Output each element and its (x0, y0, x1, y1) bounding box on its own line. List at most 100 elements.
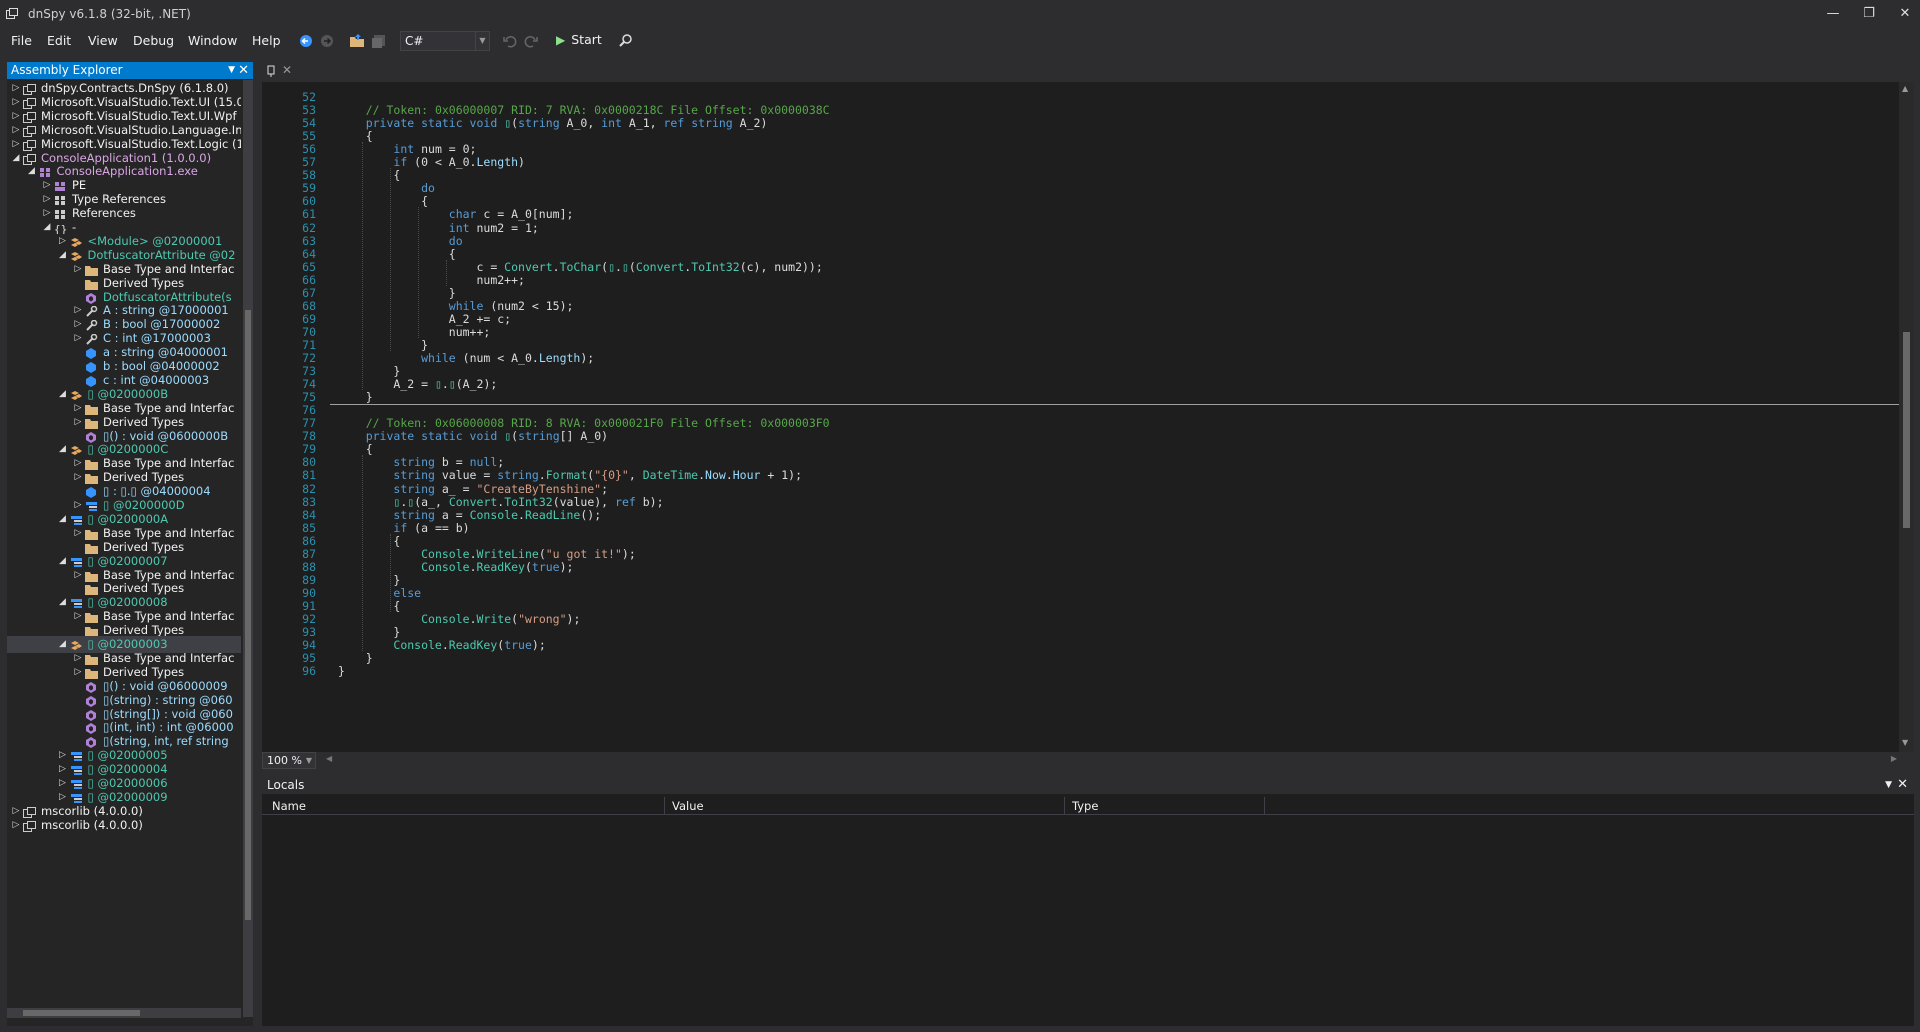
class-icon (70, 250, 83, 261)
method-icon (85, 695, 98, 707)
line-number: 96 (302, 664, 316, 679)
menu-window[interactable]: Window (188, 33, 237, 48)
locals-title: Locals (267, 778, 305, 792)
navigate-forward-icon[interactable] (318, 32, 336, 50)
assembly-explorer-title: Assembly Explorer (11, 63, 123, 77)
tree-node-label: mscorlib (4.0.0.0) (41, 817, 143, 832)
property-icon (85, 333, 98, 345)
scrollbar-thumb[interactable] (245, 310, 251, 920)
struct-icon (85, 500, 98, 511)
chevron-down-icon: ▼ (305, 756, 312, 765)
menu-file[interactable]: File (11, 33, 32, 48)
struct-icon (70, 750, 83, 762)
indent-guide (390, 168, 391, 351)
navigate-back-icon[interactable] (297, 32, 315, 50)
struct-icon (70, 556, 83, 567)
assembly-explorer-header: Assembly Explorer ▼ ✕ (7, 62, 253, 79)
locals-column-headers: Name Value Type (262, 797, 1914, 815)
folder-icon (85, 611, 98, 624)
column-type[interactable]: Type (1065, 797, 1265, 815)
editor-vertical-scrollbar[interactable]: ▲ ▼ (1899, 82, 1914, 752)
scroll-right-icon[interactable]: ▶ (1891, 754, 1897, 763)
struct-icon (70, 764, 83, 776)
field-icon (85, 375, 98, 387)
close-tab-icon[interactable]: ✕ (282, 63, 292, 77)
assembly-icon (23, 97, 36, 109)
redo-icon[interactable] (522, 32, 540, 50)
folder-icon (85, 264, 98, 276)
tree-vertical-scrollbar[interactable] (243, 80, 253, 1017)
struct-icon (70, 597, 83, 609)
method-icon (85, 431, 98, 443)
folder-icon (85, 667, 98, 679)
code-line[interactable]: } (338, 390, 373, 405)
search-icon[interactable] (617, 32, 635, 50)
window-title: dnSpy v6.1.8 (32-bit, .NET) (28, 7, 191, 21)
scrollbar-thumb[interactable] (23, 1010, 140, 1016)
folder-icon (85, 583, 98, 596)
method-icon (85, 681, 98, 693)
chevron-down-icon: ▼ (475, 32, 489, 50)
pin-icon[interactable] (266, 65, 276, 77)
start-label: Start (571, 32, 602, 47)
code-line[interactable]: private static void ▯(string[] A_0) (338, 429, 608, 444)
menu-edit[interactable]: Edit (47, 33, 71, 48)
minimize-button[interactable]: — (1815, 2, 1851, 26)
struct-icon (70, 778, 83, 789)
expand-icon[interactable]: ▷ (11, 817, 21, 834)
menu-debug[interactable]: Debug (133, 33, 174, 48)
zoom-value: 100 % (267, 754, 302, 767)
scroll-left-icon[interactable]: ◀ (326, 754, 332, 763)
document-tab[interactable]: ✕ (262, 62, 296, 80)
menu-help[interactable]: Help (252, 33, 281, 48)
close-panel-icon[interactable]: ✕ (238, 62, 249, 79)
undo-icon[interactable] (501, 32, 519, 50)
open-folder-icon[interactable] (348, 32, 366, 50)
folder-icon (85, 472, 98, 485)
restore-button[interactable]: ❐ (1851, 2, 1887, 26)
tree-horizontal-scrollbar[interactable] (7, 1008, 241, 1018)
class-icon (70, 389, 83, 400)
folder-icon (85, 403, 98, 415)
start-debugging-button[interactable]: ▶ Start (556, 32, 602, 50)
menu-view[interactable]: View (88, 33, 118, 48)
assembly-icon (23, 139, 36, 151)
save-all-icon[interactable] (370, 32, 388, 50)
code-line[interactable]: } (338, 664, 345, 679)
assembly-explorer-panel: Assembly Explorer ▼ ✕ ▷ dnSpy.Contracts.D… (7, 62, 253, 1026)
scroll-up-icon[interactable]: ▲ (1902, 84, 1908, 93)
method-icon (85, 292, 98, 304)
assembly-icon (23, 111, 36, 123)
dnspy-app-icon (6, 8, 18, 19)
panel-menu-icon[interactable]: ▼ (1885, 776, 1892, 794)
editor-horizontal-scrollbar[interactable]: ◀ ▶ (324, 754, 1899, 766)
locals-header: Locals ▼ ✕ (262, 776, 1914, 794)
class-icon (70, 639, 83, 650)
indent-guide (362, 142, 363, 391)
scrollbar-thumb[interactable] (1903, 332, 1910, 528)
zoom-level-select[interactable]: 100 % ▼ (262, 752, 316, 769)
code-editor[interactable]: 52 53 // Token: 0x06000007 RID: 7 RVA: 0x… (262, 82, 1914, 752)
folder-icon (85, 653, 98, 665)
struct-icon (70, 514, 83, 525)
language-select[interactable]: C# ▼ (400, 31, 490, 51)
panel-menu-icon[interactable]: ▼ (228, 62, 235, 79)
assembly-icon (23, 125, 36, 137)
column-value[interactable]: Value (665, 797, 1065, 815)
close-panel-icon[interactable]: ✕ (1897, 776, 1908, 794)
code-line[interactable]: private static void ▯(string A_0, int A_… (338, 116, 768, 131)
method-icon (85, 722, 98, 735)
tree-node[interactable]: ▷ mscorlib (4.0.0.0) (7, 817, 241, 834)
namespace-icon: {} (54, 222, 67, 236)
class-icon (70, 444, 83, 456)
indent-guide (390, 533, 391, 612)
column-name[interactable]: Name (265, 797, 665, 815)
scroll-down-icon[interactable]: ▼ (1902, 738, 1908, 747)
play-icon: ▶ (556, 33, 566, 47)
pe-icon (54, 180, 67, 192)
assembly-tree: ▷ dnSpy.Contracts.DnSpy (6.1.8.0) ▷ Microso… (7, 80, 241, 999)
locals-panel: Locals ▼ ✕ Name Value Type (262, 776, 1914, 1026)
field-icon (85, 486, 98, 499)
close-button[interactable]: ✕ (1887, 2, 1920, 26)
folder-icon (85, 625, 98, 638)
